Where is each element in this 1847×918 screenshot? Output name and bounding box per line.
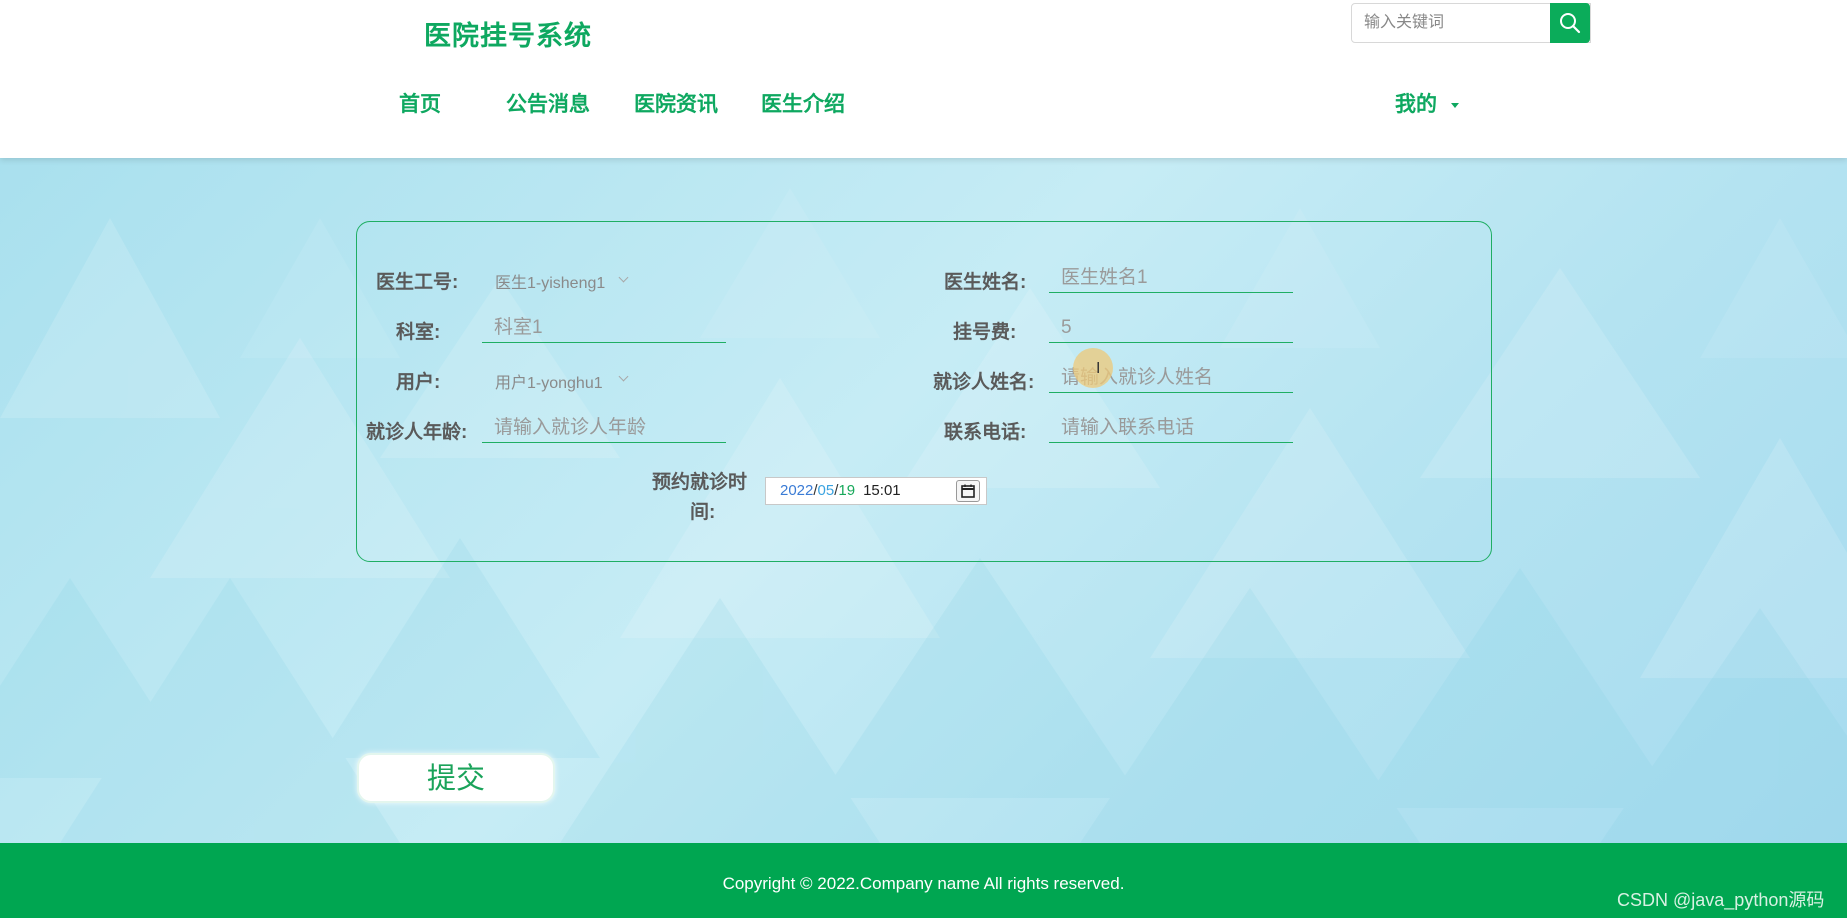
department-field[interactable]: 科室1 — [482, 313, 726, 343]
mouse-cursor-highlight — [1073, 348, 1113, 388]
patient-age-label: 就诊人年龄: — [366, 422, 468, 443]
text-cursor-icon: I — [1096, 360, 1101, 377]
submit-button[interactable]: 提交 — [357, 753, 555, 803]
doctor-name-label: 医生姓名: — [944, 272, 1027, 293]
patient-name-label: 就诊人姓名: — [933, 372, 1035, 393]
top-header: 医院挂号系统 首页 公告消息 医院资讯 医生介绍 我的 — [0, 0, 1847, 158]
date-year[interactable]: 2022 — [780, 482, 813, 499]
copyright-text: Copyright © 2022.Company name All rights… — [722, 874, 1125, 893]
site-title[interactable]: 医院挂号系统 — [424, 14, 592, 53]
appointment-time-label: 预约就诊时 — [652, 472, 748, 493]
search-icon — [1560, 13, 1581, 34]
nav-hospital-news[interactable]: 医院资讯 — [634, 88, 718, 118]
patient-age-input[interactable]: 请输入就诊人年龄 — [482, 413, 726, 443]
user-label: 用户: — [396, 372, 441, 393]
nav-home[interactable]: 首页 — [399, 88, 441, 118]
date-day[interactable]: 19 — [838, 482, 855, 499]
chevron-down-icon[interactable] — [1451, 103, 1459, 108]
appointment-time-label-cont: 间: — [690, 502, 716, 523]
doctor-id-select[interactable]: 医生1-yisheng1 — [495, 269, 605, 293]
fee-label: 挂号费: — [953, 322, 1017, 343]
calendar-icon — [961, 484, 975, 498]
date-time[interactable]: 15:01 — [863, 482, 901, 499]
appointment-datetime-input[interactable]: 2022/05/19 15:01 — [765, 477, 987, 505]
phone-input[interactable]: 请输入联系电话 — [1049, 413, 1293, 443]
doctor-id-label: 医生工号: — [376, 272, 459, 293]
doctor-name-field[interactable]: 医生姓名1 — [1049, 263, 1293, 293]
calendar-button[interactable] — [956, 480, 980, 502]
nav-mine[interactable]: 我的 — [1395, 88, 1437, 118]
search-button[interactable] — [1550, 3, 1590, 43]
department-label: 科室: — [396, 322, 441, 343]
nav-announcements[interactable]: 公告消息 — [506, 88, 590, 118]
user-select[interactable]: 用户1-yonghu1 — [495, 369, 603, 393]
watermark: CSDN @java_python源码 — [1617, 890, 1825, 910]
nav-doctor-intro[interactable]: 医生介绍 — [761, 88, 845, 118]
fee-field[interactable]: 5 — [1049, 313, 1293, 343]
date-month[interactable]: 05 — [818, 482, 835, 499]
phone-label: 联系电话: — [944, 422, 1027, 443]
